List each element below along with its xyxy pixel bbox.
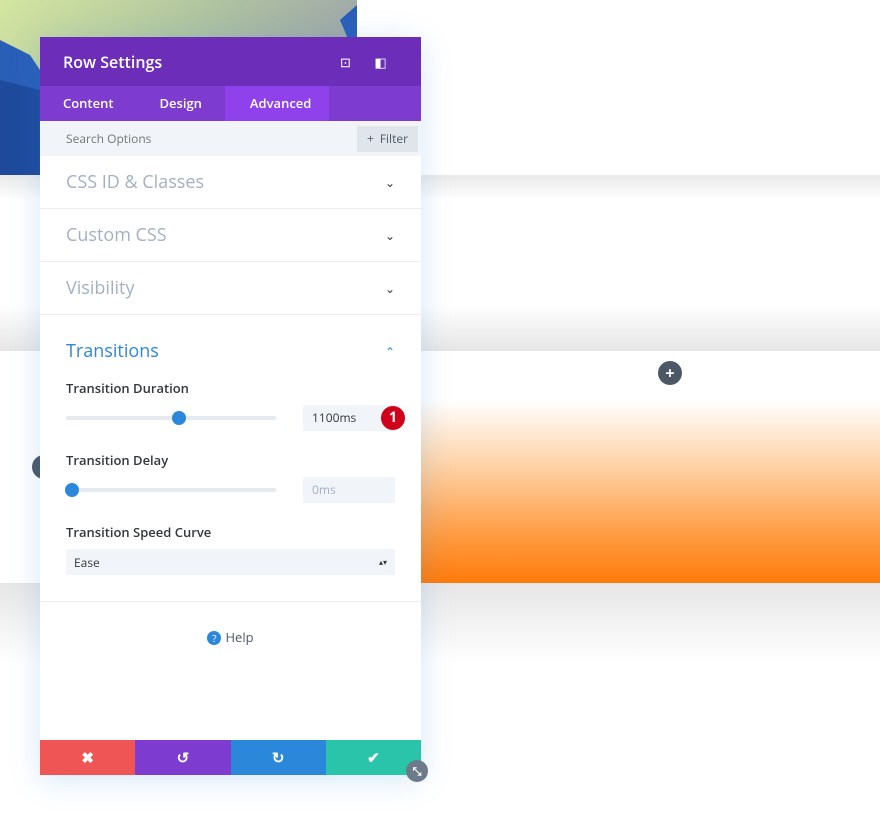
tab-advanced[interactable]: Advanced [224,86,329,121]
group-transitions: Transitions ⌃ Transition Duration 1100ms 1… [40,315,421,575]
row-settings-panel: Row Settings ⊡ ◧ Content Design Advanced… [40,37,421,775]
delay-slider[interactable] [65,483,276,497]
panel-title: Row Settings [63,50,163,73]
slider-thumb[interactable] [172,411,187,425]
help-label: Help [225,628,254,646]
focus-icon[interactable]: ⊡ [328,53,363,71]
group-label: Custom CSS [66,223,167,247]
chevron-down-icon: ⌄ [384,173,395,191]
filter-label: Filter [379,130,408,147]
resize-icon: ⤡ [412,763,422,779]
delay-input[interactable]: 0ms [303,477,395,503]
resize-handle[interactable]: ⤡ [406,760,428,782]
undo-icon: ↺ [176,747,190,768]
duration-input[interactable]: 1100ms 1 [303,405,405,431]
group-css-id-classes[interactable]: CSS ID & Classes ⌄ [40,156,421,209]
tab-content[interactable]: Content [40,86,136,121]
sidebar-layout-icon[interactable]: ◧ [363,53,398,71]
tab-design[interactable]: Design [136,86,224,121]
search-bar: + Filter [40,121,421,156]
panel-footer: ✖ ↺ ↻ ✔ [40,740,421,775]
add-row-button[interactable]: + [658,361,682,385]
group-label: CSS ID & Classes [66,170,205,194]
group-label: Transitions [66,339,159,363]
plus-icon: + [366,130,374,147]
redo-icon: ↻ [271,747,285,768]
group-label: Visibility [66,276,135,300]
chevron-up-icon: ⌃ [384,342,395,360]
check-icon: ✔ [367,747,380,768]
tab-bar: Content Design Advanced [40,86,421,121]
orange-gradient-row [421,400,880,583]
select-arrows-icon: ▴▾ [378,556,387,568]
redo-button[interactable]: ↻ [230,740,326,775]
search-input[interactable] [66,130,357,147]
slider-thumb[interactable] [65,483,80,497]
close-icon: ✖ [81,747,94,768]
duration-value: 1100ms [312,409,357,426]
delay-label: Transition Delay [66,451,169,469]
duration-label: Transition Duration [66,379,189,397]
filter-button[interactable]: + Filter [356,125,418,152]
transitions-header[interactable]: Transitions ⌃ [66,315,395,387]
chevron-down-icon: ⌄ [384,279,395,297]
group-custom-css[interactable]: Custom CSS ⌄ [40,209,421,262]
step-badge: 1 [381,406,405,430]
curve-select[interactable]: Ease ▴▾ [66,549,395,575]
chevron-down-icon: ⌄ [384,226,395,244]
help-icon: ? [207,631,222,645]
group-visibility[interactable]: Visibility ⌄ [40,262,421,315]
curve-value: Ease [74,553,100,571]
curve-label: Transition Speed Curve [66,523,212,541]
undo-button[interactable]: ↺ [135,740,231,775]
plus-icon: + [665,362,675,384]
help-link[interactable]: ? Help [40,601,421,646]
panel-header: Row Settings ⊡ ◧ [40,37,421,86]
duration-slider[interactable] [66,411,276,425]
cancel-button[interactable]: ✖ [40,740,136,775]
